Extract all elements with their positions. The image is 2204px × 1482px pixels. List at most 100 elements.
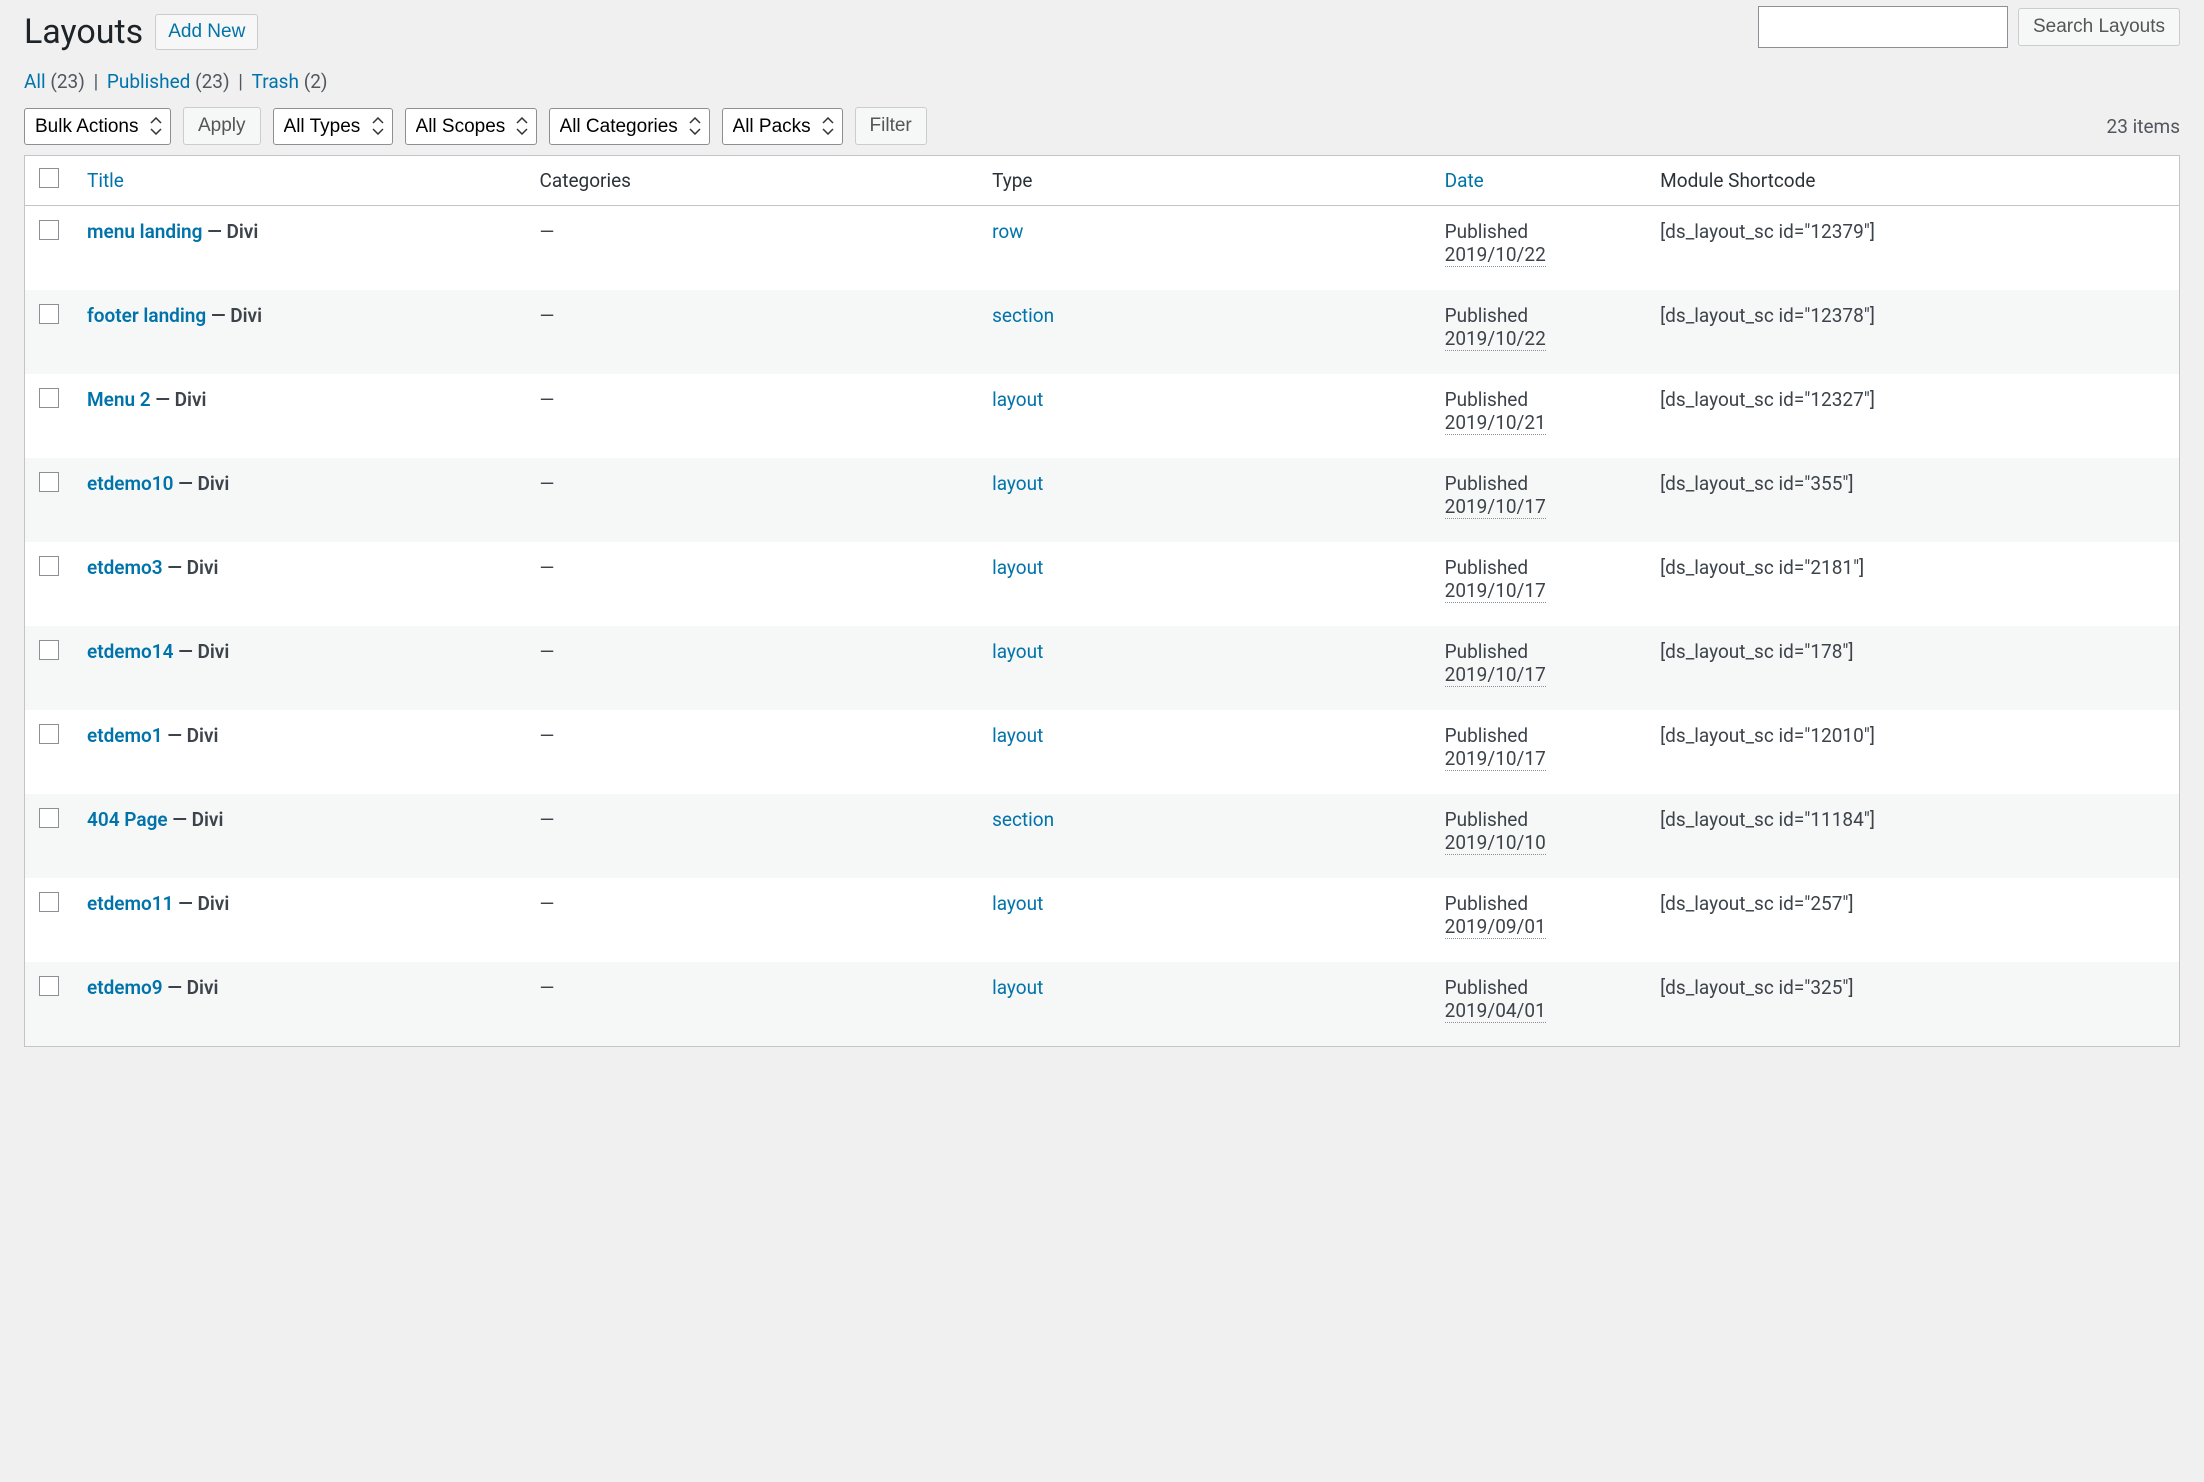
row-type-link[interactable]: layout [992, 556, 1043, 579]
row-date: 2019/10/21 [1445, 411, 1546, 435]
row-shortcode: [ds_layout_sc id="325"] [1646, 962, 2179, 1047]
types-select[interactable]: All Types [273, 108, 393, 145]
row-title-suffix: — Divi [174, 640, 230, 663]
row-shortcode: [ds_layout_sc id="12379"] [1646, 206, 2179, 291]
row-categories: — [526, 206, 979, 291]
separator: | [234, 70, 251, 93]
row-title-link[interactable]: footer landing [87, 304, 206, 327]
row-status: Published [1445, 556, 1633, 579]
row-categories: — [526, 626, 979, 710]
row-status: Published [1445, 220, 1633, 243]
row-shortcode: [ds_layout_sc id="2181"] [1646, 542, 2179, 626]
row-shortcode: [ds_layout_sc id="257"] [1646, 878, 2179, 962]
row-shortcode: [ds_layout_sc id="178"] [1646, 626, 2179, 710]
table-row: etdemo11 — Divi—layoutPublished2019/09/0… [25, 878, 2180, 962]
table-row: etdemo9 — Divi—layoutPublished2019/04/01… [25, 962, 2180, 1047]
column-date[interactable]: Date [1431, 156, 1647, 206]
row-title-link[interactable]: menu landing [87, 220, 202, 243]
row-type-link[interactable]: row [992, 220, 1023, 243]
table-row: etdemo1 — Divi — layout Published2019/10/17… [25, 710, 2180, 794]
row-categories: — [526, 710, 979, 794]
row-checkbox[interactable] [39, 892, 59, 912]
search-input[interactable] [1758, 6, 2008, 48]
row-date: 2019/10/10 [1445, 831, 1546, 855]
layouts-table: Title Categories Type Date Module Shortc… [24, 155, 2180, 1047]
row-shortcode: [ds_layout_sc id="11184"] [1646, 794, 2179, 878]
row-date: 2019/10/17 [1445, 747, 1546, 771]
table-row: footer landing — Divi—sectionPublished20… [25, 290, 2180, 374]
table-row: 404 Page — Divi—sectionPublished2019/10/… [25, 794, 2180, 878]
row-type-link[interactable]: layout [992, 892, 1043, 915]
row-title-link[interactable]: etdemo10 [87, 472, 174, 495]
filter-trash-link[interactable]: Trash [252, 70, 299, 93]
row-title-link[interactable]: etdemo9 [87, 976, 163, 999]
row-checkbox[interactable] [39, 472, 59, 492]
row-title-suffix: — Divi [151, 388, 207, 411]
row-checkbox[interactable] [39, 220, 59, 240]
row-shortcode: [ds_layout_sc id="355"] [1646, 458, 2179, 542]
row-type-link[interactable]: layout [992, 472, 1043, 495]
row-checkbox[interactable] [39, 808, 59, 828]
filter-button[interactable]: Filter [855, 107, 927, 145]
row-date: 2019/10/17 [1445, 663, 1546, 687]
filter-trash-count: (2) [304, 70, 328, 93]
row-title-link[interactable]: Menu 2 [87, 388, 151, 411]
packs-select[interactable]: All Packs [722, 108, 843, 145]
column-categories: Categories [526, 156, 979, 206]
row-categories: — [526, 962, 979, 1047]
row-categories: — [526, 542, 979, 626]
row-date: 2019/10/17 [1445, 579, 1546, 603]
scopes-select[interactable]: All Scopes [405, 108, 537, 145]
row-status: Published [1445, 976, 1633, 999]
row-status: Published [1445, 892, 1633, 915]
row-title-link[interactable]: etdemo14 [87, 640, 174, 663]
row-checkbox[interactable] [39, 304, 59, 324]
filter-published-count: (23) [195, 70, 229, 93]
filter-all-count: (23) [50, 70, 84, 93]
row-date: 2019/10/22 [1445, 327, 1546, 351]
row-checkbox[interactable] [39, 976, 59, 996]
bulk-actions-select[interactable]: Bulk Actions [24, 108, 171, 145]
filter-published-link[interactable]: Published [107, 70, 190, 93]
row-title-suffix: — Divi [163, 724, 219, 747]
row-checkbox[interactable] [39, 724, 59, 744]
row-status: Published [1445, 472, 1633, 495]
select-all-checkbox[interactable] [39, 168, 59, 188]
apply-button[interactable]: Apply [183, 107, 261, 145]
row-title-link[interactable]: etdemo3 [87, 556, 163, 579]
row-checkbox[interactable] [39, 640, 59, 660]
table-row: etdemo10 — Divi—layoutPublished2019/10/1… [25, 458, 2180, 542]
row-type-link[interactable]: section [992, 808, 1054, 831]
search-button[interactable]: Search Layouts [2018, 8, 2180, 46]
row-type-link[interactable]: layout [992, 724, 1043, 747]
row-categories: — [526, 374, 979, 458]
row-checkbox[interactable] [39, 556, 59, 576]
row-type-link[interactable]: layout [992, 388, 1043, 411]
row-title-suffix: — Divi [168, 808, 224, 831]
add-new-button[interactable]: Add New [155, 14, 258, 50]
row-title-suffix: — Divi [163, 556, 219, 579]
table-row: etdemo14 — Divi — layout Published2019/10/1… [25, 626, 2180, 710]
row-title-link[interactable]: etdemo11 [87, 892, 174, 915]
row-status: Published [1445, 724, 1633, 747]
row-date: 2019/10/17 [1445, 495, 1546, 519]
row-status: Published [1445, 640, 1633, 663]
row-status: Published [1445, 808, 1633, 831]
row-checkbox[interactable] [39, 388, 59, 408]
item-count: 23 items [2107, 115, 2180, 138]
column-title[interactable]: Title [73, 156, 526, 206]
row-title-link[interactable]: etdemo1 [87, 724, 163, 747]
page-title: Layouts [24, 12, 143, 52]
row-shortcode: [ds_layout_sc id="12010"] [1646, 710, 2179, 794]
row-title-link[interactable]: 404 Page [87, 808, 168, 831]
categories-select[interactable]: All Categories [549, 108, 710, 145]
row-categories: — [526, 290, 979, 374]
column-shortcode: Module Shortcode [1646, 156, 2179, 206]
table-row: etdemo3 — Divi — layout Published2019/10/17… [25, 542, 2180, 626]
row-categories: — [526, 878, 979, 962]
filter-all-link[interactable]: All [24, 70, 46, 93]
row-type-link[interactable]: section [992, 304, 1054, 327]
row-type-link[interactable]: layout [992, 976, 1043, 999]
row-type-link[interactable]: layout [992, 640, 1043, 663]
row-title-suffix: — Divi [206, 304, 262, 327]
